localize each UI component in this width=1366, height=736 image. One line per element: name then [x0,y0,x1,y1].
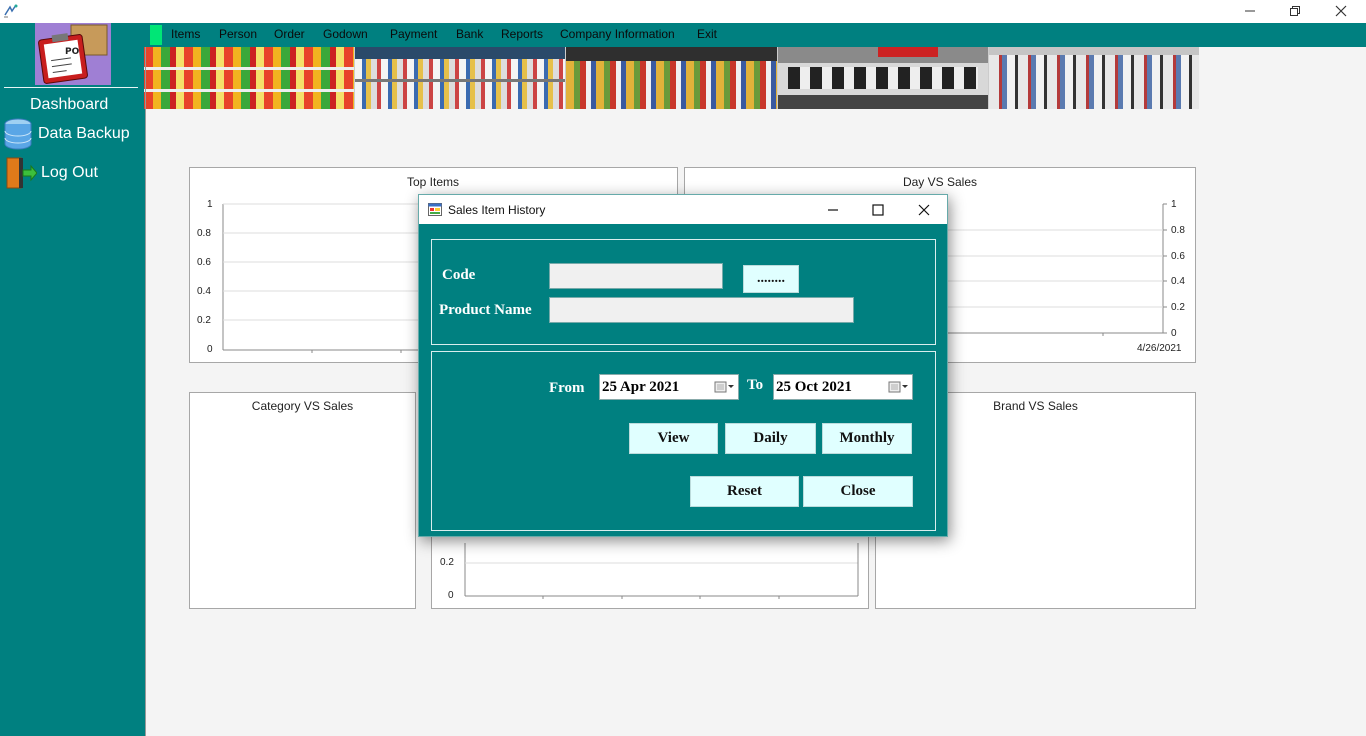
menu-order[interactable]: Order [274,27,305,41]
y-tick-label: 0.6 [197,257,211,268]
minimize-button[interactable] [1227,0,1273,22]
to-date-picker[interactable]: 25 Oct 2021 [773,374,913,400]
calendar-dropdown-icon[interactable] [714,380,734,394]
code-label: Code [442,267,476,283]
menu-bar: Items Person Order Godown Payment Bank R… [145,23,1366,47]
sidebar: PO Dashboard Data Backup Log Out [0,23,145,736]
sidebar-divider [4,87,138,88]
sidebar-item-log-out[interactable]: Log Out [5,156,98,190]
view-button[interactable]: View [629,423,718,454]
y-tick-label: 0.4 [1171,276,1185,287]
menu-godown[interactable]: Godown [323,27,368,41]
from-label: From [549,380,585,396]
product-name-input[interactable] [549,297,854,323]
banner-image-aisle [566,47,778,109]
y-tick-label: 0 [207,344,213,355]
store-banner [144,47,1200,109]
banner-image-produce [144,47,356,109]
product-group: Code ........ Product Name [431,239,936,345]
database-icon [4,118,32,150]
x-tick-label: 4/26/2021 [1137,343,1182,354]
minimize-icon [1245,10,1255,12]
banner-image-electronics [988,47,1200,109]
menu-company-information[interactable]: Company Information [560,27,675,41]
calendar-dropdown-icon[interactable] [888,380,908,394]
dialog-maximize-button[interactable] [866,200,890,220]
from-date-picker[interactable]: 25 Apr 2021 [599,374,739,400]
y-tick-label: 0.6 [1171,251,1185,262]
daily-button[interactable]: Daily [725,423,816,454]
chart-category-vs-sales: Category VS Sales [189,392,416,609]
logo-text: PO [65,47,80,57]
y-tick-label: 0 [448,590,454,601]
dialog-minimize-button[interactable] [821,200,845,220]
close-icon [1335,5,1347,17]
content-edge [145,47,146,736]
sidebar-item-label: Dashboard [30,96,109,113]
menu-exit[interactable]: Exit [697,27,717,41]
y-tick-label: 1 [1171,199,1177,210]
y-tick-label: 0 [1171,328,1177,339]
main-window: PO Dashboard Data Backup Log Out Items P… [0,0,1366,736]
banner-image-phone-store [777,47,989,109]
product-name-label: Product Name [439,302,532,318]
date-group: From 25 Apr 2021 To 25 Oct 2021 View Dai… [431,351,936,531]
dialog-title: Sales Item History [448,203,546,217]
close-dialog-button[interactable]: Close [803,476,913,507]
y-tick-label: 0.4 [197,286,211,297]
monthly-button[interactable]: Monthly [822,423,912,454]
code-input[interactable] [549,263,723,289]
chart-title: Category VS Sales [251,399,354,413]
menu-reports[interactable]: Reports [501,27,543,41]
y-tick-label: 0.8 [197,228,211,239]
y-tick-label: 0.2 [440,557,454,568]
dialog-close-button[interactable] [912,200,936,220]
menu-grip [150,25,162,45]
menu-items[interactable]: Items [171,27,200,41]
restore-button[interactable] [1272,0,1318,22]
y-tick-label: 0.2 [197,315,211,326]
close-button[interactable] [1318,0,1364,22]
app-icon [4,4,18,18]
y-tick-label: 1 [207,199,213,210]
sidebar-item-label: Log Out [41,164,98,181]
maximize-icon [872,204,884,216]
dialog-title-bar: Sales Item History [419,195,947,224]
menu-payment[interactable]: Payment [390,27,437,41]
purchase-order-logo: PO [35,23,111,85]
y-tick-label: 0.8 [1171,225,1185,236]
menu-person[interactable]: Person [219,27,257,41]
browse-button[interactable]: ........ [743,265,799,293]
y-tick-label: 0.2 [1171,302,1185,313]
sidebar-item-dashboard[interactable]: Dashboard [30,93,108,117]
sales-item-history-dialog: Sales Item History Code ........ Product… [418,194,948,537]
banner-image-shelves [355,47,567,109]
clipboard-icon: PO [38,24,108,84]
form-icon [428,203,442,216]
door-exit-icon [6,157,37,189]
title-bar [0,0,1366,23]
menu-bank[interactable]: Bank [456,27,483,41]
reset-button[interactable]: Reset [690,476,799,507]
sidebar-item-label: Data Backup [38,125,130,142]
to-date-value: 25 Oct 2021 [776,378,852,395]
sidebar-item-data-backup[interactable]: Data Backup [3,118,130,150]
from-date-value: 25 Apr 2021 [602,378,680,395]
minimize-icon [828,209,838,211]
restore-icon [1290,6,1300,16]
to-label: To [747,377,764,393]
close-icon [918,204,930,216]
